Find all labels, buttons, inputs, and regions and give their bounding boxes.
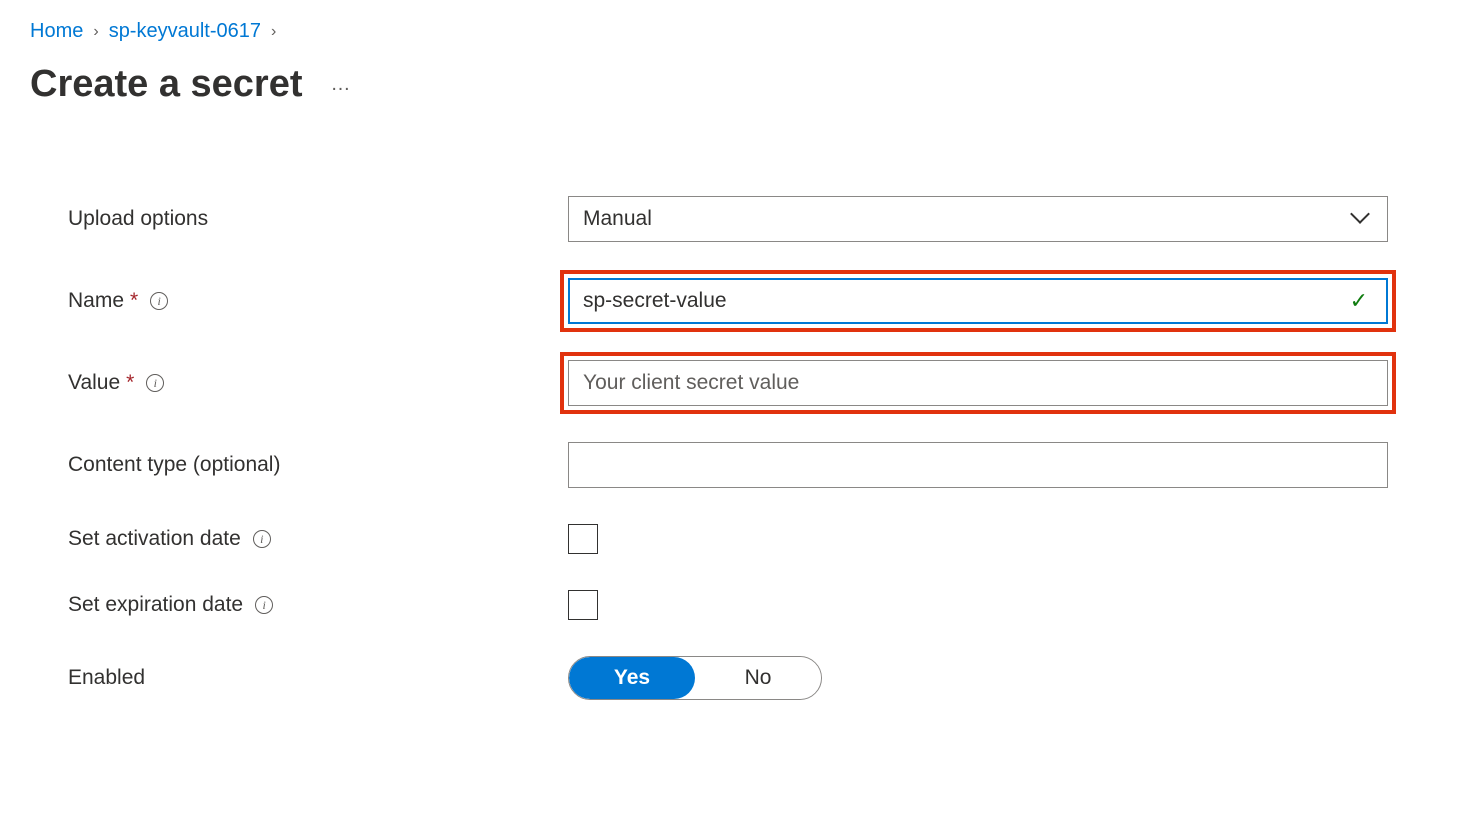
row-expiration-date: Set expiration date i [68, 590, 1434, 620]
enabled-yes-button[interactable]: Yes [569, 657, 695, 699]
row-activation-date: Set activation date i [68, 524, 1434, 554]
enabled-no-button[interactable]: No [695, 657, 821, 699]
title-row: Create a secret … [30, 63, 1434, 106]
required-icon: * [126, 371, 134, 395]
upload-options-value: Manual [583, 207, 652, 231]
breadcrumb-resource[interactable]: sp-keyvault-0617 [109, 20, 261, 43]
info-icon[interactable]: i [255, 596, 273, 614]
breadcrumb: Home › sp-keyvault-0617 › [30, 20, 1434, 43]
info-icon[interactable]: i [150, 292, 168, 310]
required-icon: * [130, 289, 138, 313]
chevron-down-icon [1353, 209, 1373, 229]
chevron-right-icon: › [271, 23, 276, 41]
name-label: Name [68, 289, 124, 313]
info-icon[interactable]: i [146, 374, 164, 392]
checkmark-icon: ✓ [1350, 288, 1368, 314]
enabled-label: Enabled [68, 666, 145, 690]
enabled-toggle: Yes No [568, 656, 822, 700]
value-label: Value [68, 371, 120, 395]
activation-date-checkbox[interactable] [568, 524, 598, 554]
row-content-type: Content type (optional) [68, 442, 1434, 488]
content-type-input[interactable] [568, 442, 1388, 488]
more-icon[interactable]: … [331, 73, 353, 96]
info-icon[interactable]: i [253, 530, 271, 548]
page-title: Create a secret [30, 63, 303, 106]
activation-date-label: Set activation date [68, 527, 241, 551]
row-value: Value * i [68, 360, 1434, 406]
name-highlight: ✓ [560, 270, 1396, 332]
upload-options-select[interactable]: Manual [568, 196, 1388, 242]
form: Upload options Manual Name * i ✓ Value *… [30, 196, 1434, 700]
row-name: Name * i ✓ [68, 278, 1434, 324]
value-highlight [560, 352, 1396, 414]
row-enabled: Enabled Yes No [68, 656, 1434, 700]
expiration-date-label: Set expiration date [68, 593, 243, 617]
content-type-label: Content type (optional) [68, 453, 280, 477]
expiration-date-checkbox[interactable] [568, 590, 598, 620]
breadcrumb-home[interactable]: Home [30, 20, 83, 43]
chevron-right-icon: › [93, 23, 98, 41]
name-input[interactable] [568, 278, 1388, 324]
value-input[interactable] [568, 360, 1388, 406]
upload-options-label: Upload options [68, 207, 208, 231]
row-upload-options: Upload options Manual [68, 196, 1434, 242]
